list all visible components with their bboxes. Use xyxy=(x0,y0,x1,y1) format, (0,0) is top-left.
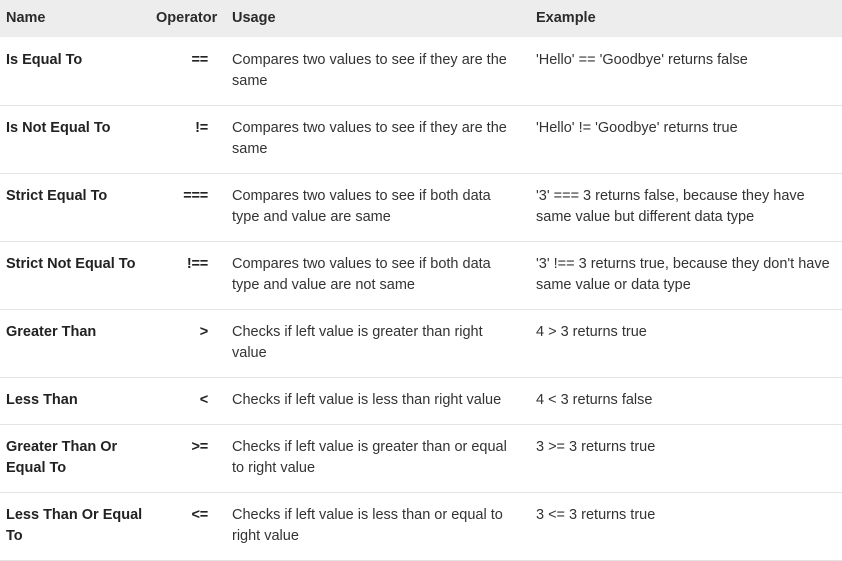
table-row: Less Than < Checks if left value is less t… xyxy=(0,378,842,425)
table-row: Is Not Equal To != Compares two values to … xyxy=(0,106,842,174)
cell-usage-description: Compares two values to see if they are t… xyxy=(232,52,507,89)
cell-operator-symbol: > xyxy=(199,324,208,340)
cell-operator-symbol: < xyxy=(199,392,208,408)
cell-operator-symbol: === xyxy=(183,188,208,204)
table-row: Strict Equal To === Compares two values to… xyxy=(0,174,842,242)
cell-example-code: 'Hello' == 'Goodbye' returns false xyxy=(536,52,748,68)
cell-example-code: '3' !== 3 returns true, because they don… xyxy=(536,256,830,293)
comparison-operators-table: Name Operator Usage Example Is Equal To =… xyxy=(0,0,842,561)
cell-usage-description: Checks if left value is greater than rig… xyxy=(232,324,483,361)
cell-example-code: 3 >= 3 returns true xyxy=(536,439,656,455)
table-row: Greater Than Or Equal To >= Checks if left… xyxy=(0,425,842,493)
cell-operator-name: Greater Than xyxy=(6,324,97,340)
column-header-name: Name xyxy=(6,10,46,26)
cell-example-code: 4 < 3 returns false xyxy=(536,392,653,408)
cell-usage-description: Checks if left value is less than or equ… xyxy=(232,507,503,544)
table-row: Less Than Or Equal To <= Checks if left va… xyxy=(0,493,842,561)
column-header-example: Example xyxy=(536,10,596,26)
cell-example-code: '3' === 3 returns false, because they ha… xyxy=(536,188,805,225)
table-header-row: Name Operator Usage Example xyxy=(0,0,842,37)
table-body: Is Equal To == Compares two values to see … xyxy=(0,37,842,561)
cell-operator-name: Is Not Equal To xyxy=(6,120,111,136)
cell-operator-name: Is Equal To xyxy=(6,52,83,68)
cell-example-code: 'Hello' != 'Goodbye' returns true xyxy=(536,120,738,136)
table-header: Name Operator Usage Example xyxy=(0,0,842,37)
cell-operator-symbol: == xyxy=(191,52,208,68)
cell-usage-description: Compares two values to see if they are t… xyxy=(232,120,507,157)
table-row: Strict Not Equal To !== Compares two value… xyxy=(0,242,842,310)
column-header-usage: Usage xyxy=(232,10,276,26)
cell-operator-symbol: != xyxy=(195,120,208,136)
column-header-operator: Operator xyxy=(156,10,218,26)
cell-operator-name: Greater Than Or Equal To xyxy=(6,439,118,476)
cell-example-code: 3 <= 3 returns true xyxy=(536,507,656,523)
cell-usage-description: Checks if left value is less than right … xyxy=(232,392,502,408)
cell-operator-name: Strict Not Equal To xyxy=(6,256,136,272)
cell-example-code: 4 > 3 returns true xyxy=(536,324,647,340)
table-row: Greater Than > Checks if left value is gre… xyxy=(0,310,842,378)
table-row: Is Equal To == Compares two values to see … xyxy=(0,37,842,106)
cell-operator-symbol: <= xyxy=(191,507,208,523)
cell-operator-symbol: !== xyxy=(186,256,208,272)
cell-usage-description: Compares two values to see if both data … xyxy=(232,256,491,293)
cell-usage-description: Compares two values to see if both data … xyxy=(232,188,491,225)
cell-usage-description: Checks if left value is greater than or … xyxy=(232,439,507,476)
cell-operator-symbol: >= xyxy=(191,439,208,455)
cell-operator-name: Less Than xyxy=(6,392,78,408)
cell-operator-name: Strict Equal To xyxy=(6,188,108,204)
cell-operator-name: Less Than Or Equal To xyxy=(6,507,143,544)
